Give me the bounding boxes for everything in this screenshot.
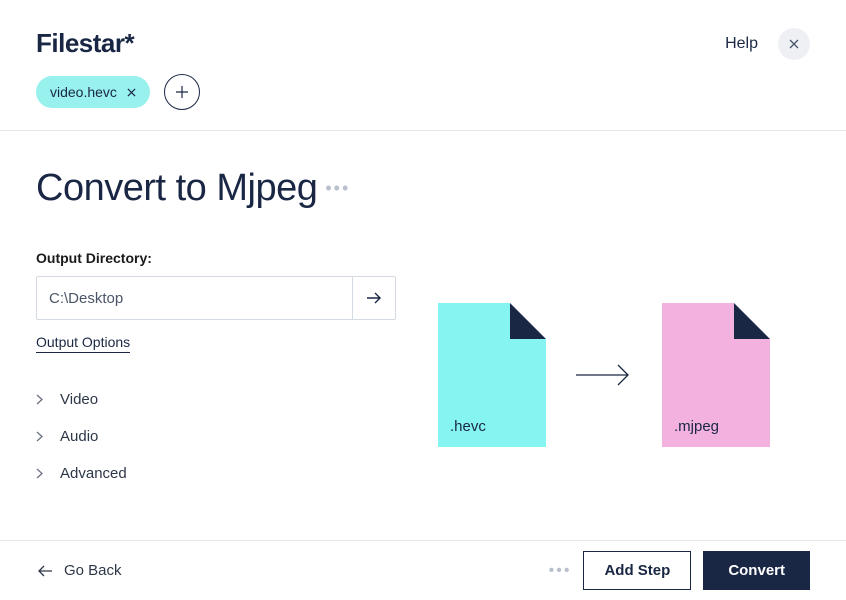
convert-button[interactable]: Convert: [703, 551, 810, 590]
chevron-right-icon: [36, 431, 48, 442]
arrow-right-icon: [574, 361, 634, 389]
file-fold-icon: [510, 303, 546, 339]
add-file-button[interactable]: [164, 74, 200, 110]
arrow-left-icon: [36, 564, 54, 578]
app-logo: Filestar*: [36, 28, 134, 59]
source-file-icon: .hevc: [438, 303, 546, 447]
page-title: Convert to Mjpeg •••: [36, 167, 396, 210]
output-directory-label: Output Directory:: [36, 250, 396, 266]
chevron-right-icon: [36, 394, 48, 405]
arrow-right-icon: [365, 291, 383, 305]
add-step-button[interactable]: Add Step: [583, 551, 691, 590]
close-button[interactable]: [778, 28, 810, 60]
accordion-advanced[interactable]: Advanced: [36, 455, 396, 492]
accordion-label: Video: [60, 391, 98, 408]
go-back-button[interactable]: Go Back: [36, 562, 122, 579]
plus-icon: [175, 85, 189, 99]
page-title-text: Convert to Mjpeg: [36, 167, 317, 210]
accordion-label: Advanced: [60, 465, 127, 482]
file-chip[interactable]: video.hevc: [36, 76, 150, 108]
file-chip-label: video.hevc: [50, 84, 117, 100]
file-fold-icon: [734, 303, 770, 339]
go-back-label: Go Back: [64, 562, 122, 579]
output-options-link[interactable]: Output Options: [36, 334, 130, 353]
conversion-illustration: .hevc .mjpeg: [438, 167, 810, 492]
more-options-icon[interactable]: •••: [325, 178, 350, 199]
accordion-audio[interactable]: Audio: [36, 418, 396, 455]
target-ext-label: .mjpeg: [674, 418, 719, 435]
accordion-label: Audio: [60, 428, 98, 445]
help-link[interactable]: Help: [725, 35, 758, 53]
browse-directory-button[interactable]: [352, 276, 396, 320]
source-ext-label: .hevc: [450, 418, 486, 435]
remove-file-icon[interactable]: [127, 88, 136, 97]
accordion-video[interactable]: Video: [36, 381, 396, 418]
chevron-right-icon: [36, 468, 48, 479]
more-actions-icon[interactable]: •••: [549, 562, 572, 580]
close-icon: [789, 39, 799, 49]
output-directory-input[interactable]: [36, 276, 352, 320]
target-file-icon: .mjpeg: [662, 303, 770, 447]
